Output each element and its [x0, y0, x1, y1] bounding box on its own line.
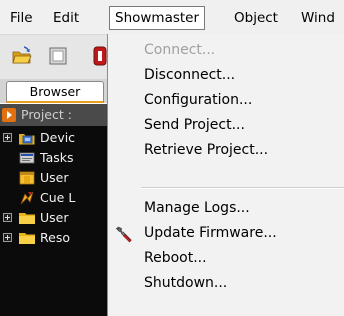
- tree-item-devices[interactable]: Devic: [0, 128, 110, 148]
- showmaster-dropdown-menu: Connect... Disconnect... Configuration..…: [107, 34, 344, 316]
- tree-item-label: Devic: [40, 130, 76, 145]
- menu-showmaster[interactable]: Showmaster: [109, 6, 206, 30]
- toolbar: [0, 35, 110, 79]
- menu-object[interactable]: Object: [228, 8, 284, 28]
- menu-edit[interactable]: Edit: [47, 8, 85, 28]
- project-icon: [2, 108, 16, 122]
- tree-item-resources[interactable]: Reso: [0, 228, 110, 248]
- tree-item-label: Cue L: [40, 190, 76, 205]
- menu-item-shutdown[interactable]: Shutdown...: [108, 271, 344, 296]
- tree-item-label: Reso: [40, 230, 70, 245]
- expand-icon[interactable]: [3, 213, 12, 222]
- user-icon: [19, 171, 35, 185]
- tree-item-user-variables[interactable]: User: [0, 168, 110, 188]
- cue-list-icon: [20, 191, 34, 205]
- menu-item-update-firmware[interactable]: Update Firmware...: [108, 221, 344, 246]
- menu-item-reboot[interactable]: Reboot...: [108, 246, 344, 271]
- expand-icon[interactable]: [3, 233, 12, 242]
- project-tree: Project : Devic Tasks User Cue L User Re…: [0, 104, 110, 316]
- stop-icon[interactable]: [48, 46, 68, 66]
- folder-icon: [19, 233, 35, 244]
- tree-item-tasks[interactable]: Tasks: [0, 148, 110, 168]
- menu-item-retrieve-project[interactable]: Retrieve Project...: [108, 138, 344, 163]
- menu-item-connect: Connect...: [144, 42, 216, 58]
- tab-strip: Browser: [0, 79, 110, 103]
- project-label: Project :: [21, 107, 72, 122]
- expand-icon[interactable]: [3, 133, 12, 142]
- menu-item-disconnect[interactable]: Disconnect...: [108, 63, 344, 88]
- tasks-icon: [19, 152, 35, 164]
- menu-item-label: Update Firmware...: [144, 225, 277, 241]
- menu-item-send-project[interactable]: Send Project...: [108, 113, 344, 138]
- open-folder-icon[interactable]: [12, 46, 32, 66]
- wrench-icon: [115, 226, 132, 243]
- menu-window[interactable]: Wind: [295, 8, 341, 28]
- devices-icon: [19, 134, 35, 145]
- tree-item-label: User: [40, 210, 69, 225]
- tree-item-user-folder[interactable]: User: [0, 208, 110, 228]
- menu-separator: [141, 187, 344, 189]
- menu-item-manage-logs[interactable]: Manage Logs...: [108, 196, 344, 221]
- menu-file[interactable]: File: [4, 8, 39, 28]
- tree-item-label: Tasks: [40, 150, 74, 165]
- project-header[interactable]: Project :: [0, 104, 110, 126]
- menu-item-configuration[interactable]: Configuration...: [108, 88, 344, 113]
- folder-icon: [19, 213, 35, 224]
- tab-browser[interactable]: Browser: [6, 81, 104, 103]
- tree-item-cue-lists[interactable]: Cue L: [0, 188, 110, 208]
- menu-bar: File Edit Showmaster Object Wind: [0, 0, 344, 35]
- tree-item-label: User: [40, 170, 69, 185]
